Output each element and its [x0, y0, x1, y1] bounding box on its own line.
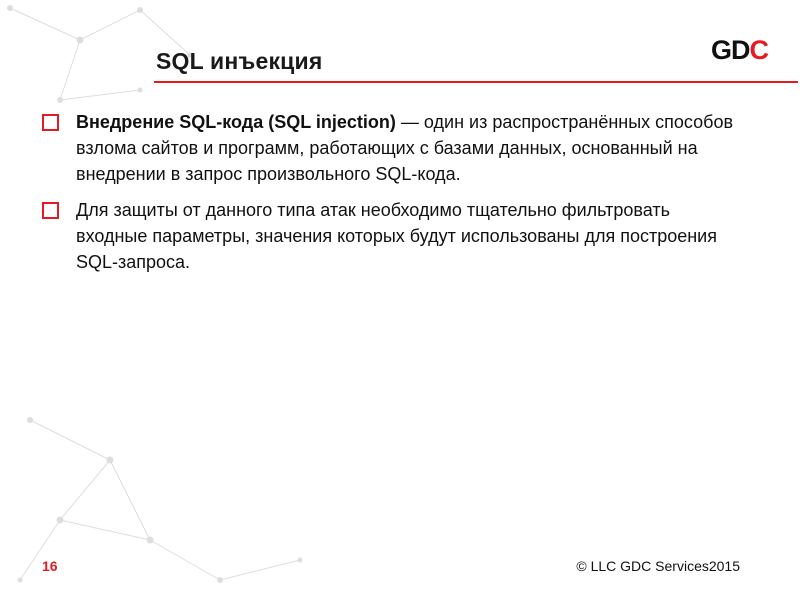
slide: GDC SQL инъекция Внедрение SQL-кода (SQL… [0, 0, 800, 600]
bullet-bold: Внедрение SQL-кода (SQL injection) [76, 112, 396, 132]
header: SQL инъекция [0, 0, 800, 83]
copyright: © LLC GDC Services2015 [576, 558, 740, 574]
bullet-list: Внедрение SQL-кода (SQL injection) — оди… [42, 109, 740, 276]
body: Внедрение SQL-кода (SQL injection) — оди… [0, 83, 800, 276]
slide-title: SQL инъекция [156, 48, 322, 75]
bullet-item: Для защиты от данного типа атак необходи… [42, 197, 740, 275]
footer: 16 © LLC GDC Services2015 [0, 558, 800, 574]
page-number: 16 [42, 558, 58, 574]
bullet-item: Внедрение SQL-кода (SQL injection) — оди… [42, 109, 740, 187]
bullet-text: Для защиты от данного типа атак необходи… [76, 200, 717, 272]
